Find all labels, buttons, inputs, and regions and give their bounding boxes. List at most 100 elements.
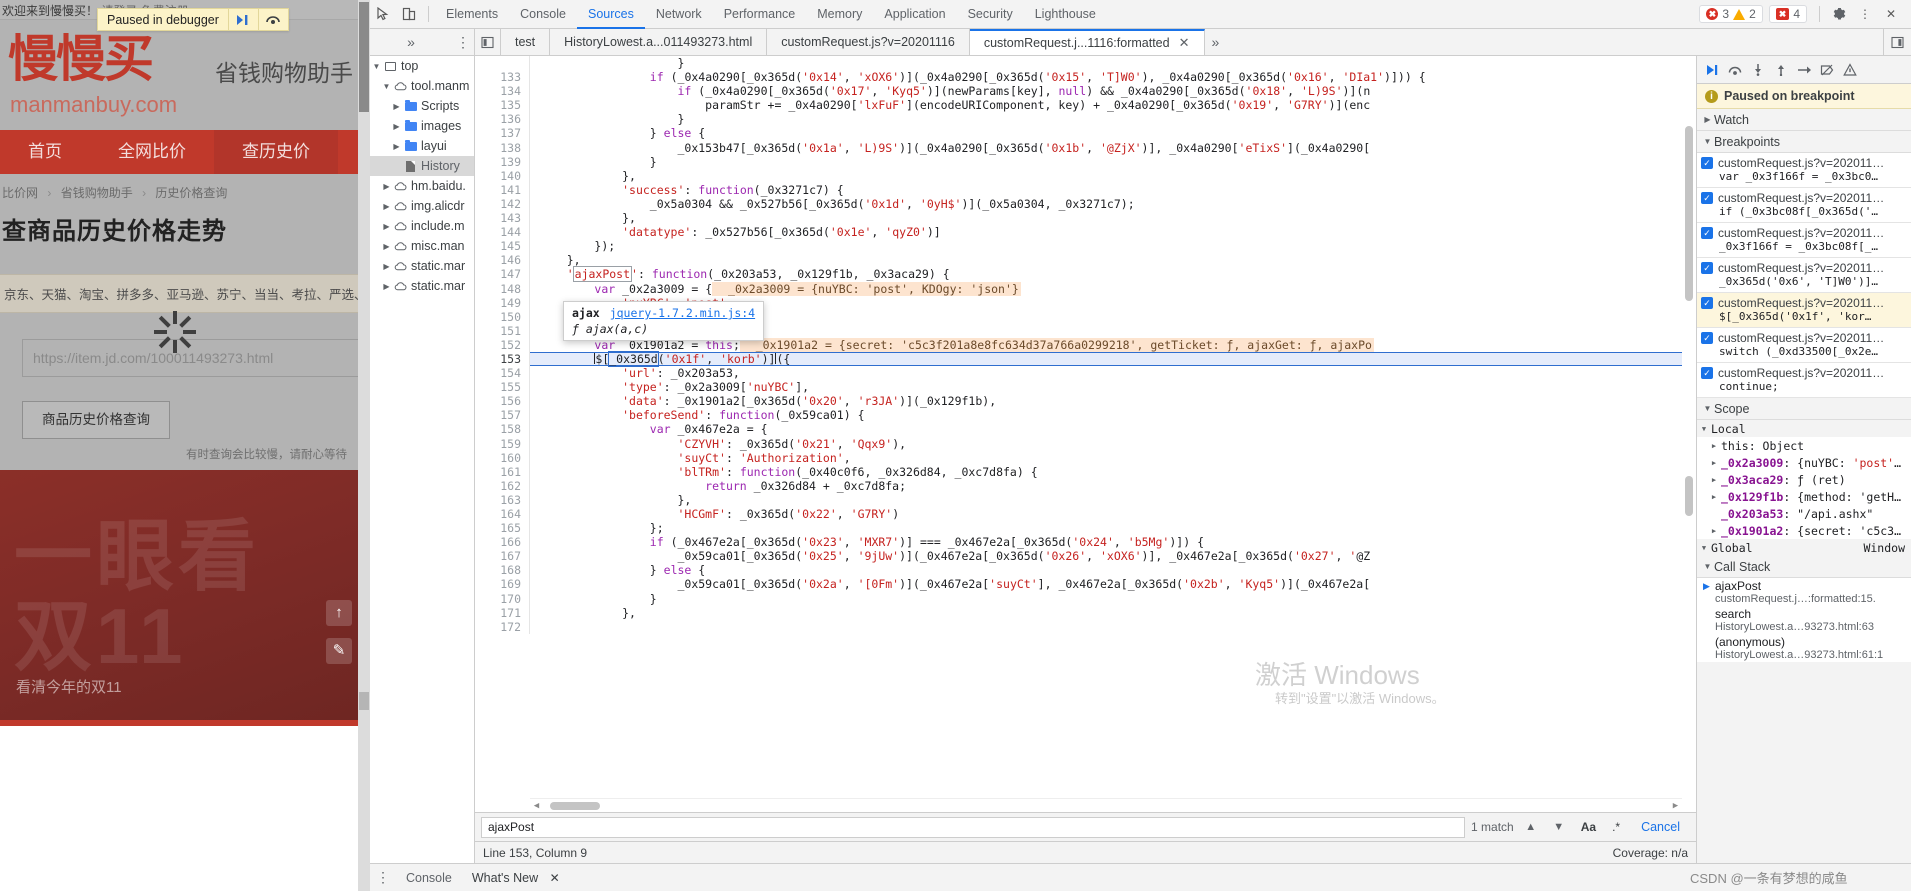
match-case-button[interactable]: Aa xyxy=(1576,820,1601,834)
line-number[interactable]: 168 xyxy=(475,563,530,577)
code-line[interactable]: 143 }, xyxy=(475,211,1682,225)
line-number[interactable]: 158 xyxy=(475,422,530,436)
breakpoint-item[interactable]: ✓customRequest.js?v=202011…if (_0x3bc08f… xyxy=(1697,188,1911,223)
file-navigator[interactable]: ▼top▼tool.manm▶Scripts▶images▶layuiHisto… xyxy=(370,56,475,863)
regex-button[interactable]: .* xyxy=(1607,820,1625,834)
code-line[interactable]: 145 }); xyxy=(475,239,1682,253)
code-text[interactable]: 'datatype': _0x527b56[_0x365d('0x1e', 'q… xyxy=(530,225,941,239)
chevron-right-icon[interactable]: ▶ xyxy=(380,222,393,231)
code-line[interactable]: 166 if (_0x467e2a[_0x365d('0x23', 'MXR7'… xyxy=(475,535,1682,549)
breakpoint-item[interactable]: ✓customRequest.js?v=202011…continue; xyxy=(1697,363,1911,398)
code-line[interactable]: 164 'HCGmF': _0x365d('0x22', 'G7RY') xyxy=(475,507,1682,521)
code-line[interactable]: 134 if (_0x4a0290[_0x365d('0x17', 'Kyq5'… xyxy=(475,84,1682,98)
file-tab-customrequest-formatted[interactable]: customRequest.j...1116:formatted ✕ xyxy=(970,29,1205,55)
line-number[interactable]: 149 xyxy=(475,296,530,310)
code-line[interactable]: 146 }, xyxy=(475,253,1682,267)
step-into-icon[interactable] xyxy=(1747,59,1768,80)
tab-elements[interactable]: Elements xyxy=(435,0,509,29)
breakpoint-checkbox[interactable]: ✓ xyxy=(1701,157,1713,169)
code-text[interactable]: }); xyxy=(530,239,615,253)
code-text[interactable]: 'beforeSend': function(_0x59ca01) { xyxy=(530,408,865,422)
code-text[interactable]: return _0x326d84 + _0xc7d8fa; xyxy=(530,479,906,493)
navigator-item-tool-manm[interactable]: ▼tool.manm xyxy=(370,76,474,96)
line-number[interactable]: 160 xyxy=(475,451,530,465)
code-text[interactable]: }, xyxy=(530,606,636,620)
callstack-list[interactable]: ▶ajaxPostcustomRequest.j…:formatted:15.s… xyxy=(1697,578,1911,662)
line-number[interactable]: 167 xyxy=(475,549,530,563)
step-over-icon[interactable] xyxy=(1724,59,1745,80)
nav-item-compare[interactable]: 全网比价 xyxy=(90,130,214,174)
promo-banner[interactable]: 一眼看 双11 看清今年的双11 ↑ ✎ xyxy=(0,470,370,720)
line-number[interactable]: 166 xyxy=(475,535,530,549)
debugger-toolbar[interactable] xyxy=(1697,56,1911,84)
devtools-panel-tabs[interactable]: Elements Console Sources Network Perform… xyxy=(435,0,1107,29)
line-number[interactable]: 144 xyxy=(475,225,530,239)
drawer-tab-whats-new[interactable]: What's New ✕ xyxy=(462,864,570,892)
query-history-button[interactable]: 商品历史价格查询 xyxy=(22,401,170,439)
nav-item-history[interactable]: 查历史价 xyxy=(214,130,338,174)
chevron-down-icon[interactable]: ▼ xyxy=(370,62,383,71)
code-line[interactable]: 137 } else { xyxy=(475,126,1682,140)
pause-on-exceptions-icon[interactable] xyxy=(1839,59,1860,80)
code-text[interactable]: }; xyxy=(530,521,664,535)
code-text[interactable]: $[_0x365d('0x1f', 'korb')]({ xyxy=(530,352,790,366)
code-line[interactable]: 160 'suyCt': 'Authorization', xyxy=(475,451,1682,465)
code-line[interactable]: 155 'type': _0x2a3009['nuYBC'], xyxy=(475,380,1682,394)
code-lines[interactable]: }133 if (_0x4a0290[_0x365d('0x14', 'xOX6… xyxy=(475,56,1682,798)
step-over-icon[interactable] xyxy=(258,9,288,30)
chevron-right-icon[interactable]: ▶ xyxy=(390,122,403,131)
resume-icon[interactable] xyxy=(228,9,258,30)
chevron-right-icon[interactable]: ▶ xyxy=(380,182,393,191)
breakpoint-item[interactable]: ✓customRequest.js?v=202011…_0x365d('0x6'… xyxy=(1697,258,1911,293)
tab-application[interactable]: Application xyxy=(873,0,956,29)
scope-variable[interactable]: ▶_0x2a3009: {nuYBC: 'post'… xyxy=(1697,454,1911,471)
code-line[interactable]: 162 return _0x326d84 + _0xc7d8fa; xyxy=(475,479,1682,493)
code-text[interactable]: 'ajaxPost': function(_0x203a53, _0x129f1… xyxy=(530,267,950,281)
close-icon[interactable]: ✕ xyxy=(1179,35,1190,51)
breakpoints-list[interactable]: ✓customRequest.js?v=202011…var _0x3f166f… xyxy=(1697,153,1911,398)
navigator-item-top[interactable]: ▼top xyxy=(370,56,474,76)
code-line[interactable]: 140 }, xyxy=(475,169,1682,183)
chevron-right-icon[interactable]: ▶ xyxy=(380,282,393,291)
code-text[interactable]: 'type': _0x2a3009['nuYBC'], xyxy=(530,380,809,394)
callstack-frame[interactable]: (anonymous)HistoryLowest.a…93273.html:61… xyxy=(1697,634,1911,662)
code-line[interactable]: 142 _0x5a0304 && _0x527b56[_0x365d('0x1d… xyxy=(475,197,1682,211)
code-text[interactable]: 'blTRm': function(_0x40c0f6, _0x326d84, … xyxy=(530,465,1038,479)
kebab-menu-icon[interactable]: ⋮ xyxy=(370,869,396,886)
callstack-section-header[interactable]: ▼ Call Stack xyxy=(1697,556,1911,578)
line-number[interactable]: 162 xyxy=(475,479,530,493)
line-number[interactable]: 152 xyxy=(475,338,530,352)
line-number[interactable]: 141 xyxy=(475,183,530,197)
open-drawer-icon[interactable] xyxy=(1883,29,1911,55)
chevron-right-icon[interactable]: ▶ xyxy=(380,242,393,251)
code-line[interactable]: 141 'success': function(_0x3271c7) { xyxy=(475,183,1682,197)
code-line[interactable]: 135 paramStr += _0x4a0290['lxFuF'](encod… xyxy=(475,98,1682,112)
breakpoint-checkbox[interactable]: ✓ xyxy=(1701,262,1713,274)
inspect-element-icon[interactable] xyxy=(370,1,396,27)
line-number[interactable]: 147 xyxy=(475,267,530,281)
code-line[interactable]: 154 'url': _0x203a53, xyxy=(475,366,1682,380)
gear-icon[interactable] xyxy=(1826,1,1852,27)
navigator-item-misc-man[interactable]: ▶misc.man xyxy=(370,236,474,256)
line-number[interactable]: 146 xyxy=(475,253,530,267)
code-text[interactable]: } xyxy=(530,592,657,606)
code-text[interactable]: 'HCGmF': _0x365d('0x22', 'G7RY') xyxy=(530,507,899,521)
step-out-icon[interactable] xyxy=(1770,59,1791,80)
site-logo[interactable]: 慢慢买 xyxy=(8,34,152,84)
tab-memory[interactable]: Memory xyxy=(806,0,873,29)
chevron-right-icon[interactable]: ▶ xyxy=(1707,459,1721,467)
line-number[interactable]: 142 xyxy=(475,197,530,211)
line-number[interactable]: 172 xyxy=(475,620,530,634)
watch-section-header[interactable]: ▶ Watch xyxy=(1697,109,1911,131)
navigator-item-static-mar[interactable]: ▶static.mar xyxy=(370,256,474,276)
code-text[interactable]: var _0x2a3009 = { _0x2a3009 = {nuYBC: 'p… xyxy=(530,282,1021,296)
close-icon[interactable]: ✕ xyxy=(1878,1,1904,27)
kebab-menu-icon[interactable]: ⋮ xyxy=(452,34,474,51)
navigator-item-hm-baidu[interactable]: ▶hm.baidu. xyxy=(370,176,474,196)
callstack-frame[interactable]: searchHistoryLowest.a…93273.html:63 xyxy=(1697,606,1911,634)
breakpoint-checkbox[interactable]: ✓ xyxy=(1701,192,1713,204)
code-text[interactable]: _0x153b47[_0x365d('0x1a', 'L)9S')](_0x4a… xyxy=(530,141,1370,155)
line-number[interactable]: 151 xyxy=(475,324,530,338)
messages-counter[interactable]: ✖ 4 xyxy=(1769,5,1807,23)
code-text[interactable]: 'url': _0x203a53, xyxy=(530,366,740,380)
